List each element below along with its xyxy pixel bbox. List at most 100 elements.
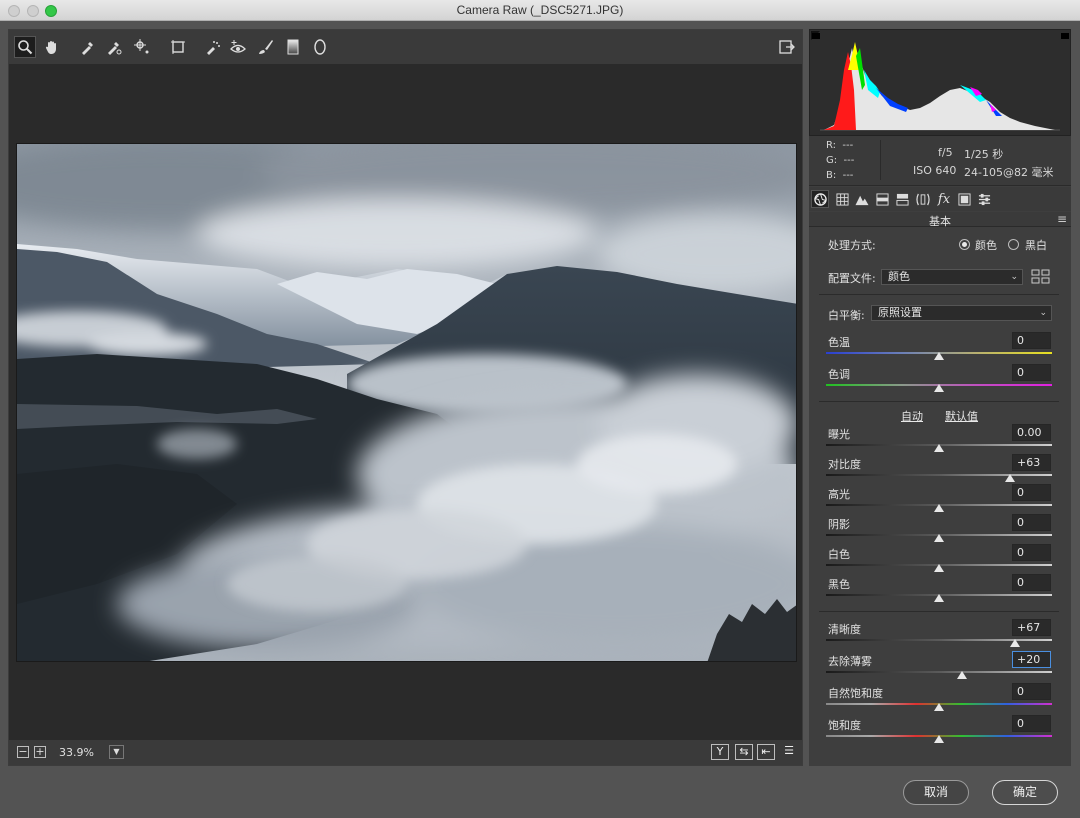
tool-bar: [9, 30, 802, 64]
hand-tool-icon[interactable]: [41, 36, 63, 58]
tab-detail[interactable]: [853, 190, 871, 208]
zoom-in-button[interactable]: +: [34, 746, 46, 758]
r-readout: R: ---: [826, 140, 854, 151]
tab-lens-corrections[interactable]: [914, 190, 932, 208]
slider-thumb-vibrance[interactable]: [934, 703, 944, 711]
slider-value-exposure[interactable]: 0.00: [1012, 424, 1051, 441]
graduated-filter-tool-icon[interactable]: [282, 36, 304, 58]
iso: ISO 640: [913, 164, 957, 177]
process-color-radio[interactable]: [959, 239, 970, 250]
slider-label-shadows: 阴影: [828, 518, 850, 531]
slider-label-contrast: 对比度: [828, 458, 861, 471]
slider-track-contrast[interactable]: [826, 474, 1052, 476]
chevron-down-icon: ⌄: [1010, 272, 1018, 282]
red-eye-tool-icon[interactable]: [227, 36, 249, 58]
wb-select[interactable]: 原照设置 ⌄: [871, 305, 1052, 321]
b-readout: B: ---: [826, 170, 854, 181]
profile-select[interactable]: 颜色 ⌄: [881, 269, 1023, 285]
tab-basic[interactable]: [811, 190, 829, 208]
tab-split-toning[interactable]: [893, 190, 911, 208]
tab-hsl[interactable]: [873, 190, 891, 208]
spot-removal-tool-icon[interactable]: [202, 36, 224, 58]
zoom-dropdown-button[interactable]: ▼: [109, 745, 124, 759]
slider-label-temp: 色温: [828, 336, 850, 349]
slider-value-vibrance[interactable]: 0: [1012, 683, 1051, 700]
slider-track-dehaze[interactable]: [826, 671, 1052, 673]
slider-label-blacks: 黑色: [828, 578, 850, 591]
slider-thumb-shadows[interactable]: [934, 534, 944, 542]
slider-value-shadows[interactable]: 0: [1012, 514, 1051, 531]
slider-thumb-exposure[interactable]: [934, 444, 944, 452]
divider: [819, 294, 1059, 295]
preview-status-bar: − + 33.9% ▼ Y ⇆ ⇤ ☰: [9, 740, 802, 765]
chevron-down-icon: ⌄: [1039, 308, 1047, 318]
slider-label-tint: 色调: [828, 368, 850, 381]
aperture: f/5: [938, 146, 953, 159]
tab-camera-calibration[interactable]: [955, 190, 973, 208]
ok-button[interactable]: 确定: [992, 780, 1058, 805]
zoom-out-button[interactable]: −: [17, 746, 29, 758]
panel-menu-icon[interactable]: ≡: [1057, 212, 1067, 226]
slider-thumb-tint[interactable]: [934, 384, 944, 392]
copy-settings-button[interactable]: ⇤: [757, 744, 775, 760]
slider-thumb-whites[interactable]: [934, 564, 944, 572]
process-bw-label: 黑白: [1025, 239, 1047, 252]
image-preview-area[interactable]: [9, 64, 802, 740]
title-bar: Camera Raw (_DSC5271.JPG): [0, 0, 1080, 21]
slider-thumb-temp[interactable]: [934, 352, 944, 360]
auto-link[interactable]: 自动: [901, 408, 923, 424]
adjustment-brush-tool-icon[interactable]: [255, 36, 277, 58]
process-bw-radio[interactable]: [1008, 239, 1019, 250]
process-label: 处理方式:: [828, 239, 876, 252]
slider-thumb-clarity[interactable]: [1009, 639, 1020, 647]
readout-divider: [880, 140, 881, 180]
divider: [819, 611, 1059, 612]
tab-effects-icon[interactable]: fx: [935, 190, 953, 208]
slider-value-blacks[interactable]: 0: [1012, 574, 1051, 591]
highlight-clipping-icon[interactable]: [1061, 33, 1069, 39]
slider-thumb-highlights[interactable]: [934, 504, 944, 512]
rgb-exif-readout: R: --- G: --- B: --- f/5 1/25 秒 ISO 640 …: [809, 136, 1071, 186]
before-after-toggle-button[interactable]: Y: [711, 744, 729, 760]
slider-label-highlights: 高光: [828, 488, 850, 501]
wb-label: 白平衡:: [828, 309, 865, 322]
slider-thumb-blacks[interactable]: [934, 594, 944, 602]
zoom-tool-icon[interactable]: [14, 36, 36, 58]
slider-label-exposure: 曝光: [828, 428, 850, 441]
divider: [819, 401, 1059, 402]
profile-label: 配置文件:: [828, 272, 876, 285]
slider-value-tint[interactable]: 0: [1012, 364, 1051, 381]
slider-value-saturation[interactable]: 0: [1012, 715, 1051, 732]
slider-value-highlights[interactable]: 0: [1012, 484, 1051, 501]
preview-settings-button[interactable]: ☰: [780, 744, 798, 760]
slider-label-saturation: 饱和度: [828, 719, 861, 732]
target-adjust-tool-icon[interactable]: [131, 36, 153, 58]
white-balance-tool-icon[interactable]: [77, 36, 99, 58]
preview-photo[interactable]: [16, 143, 797, 662]
slider-thumb-dehaze[interactable]: [956, 671, 967, 679]
slider-thumb-contrast[interactable]: [1005, 474, 1016, 482]
slider-value-dehaze[interactable]: +20: [1012, 651, 1051, 668]
profile-browser-grid-icon[interactable]: [1031, 269, 1051, 285]
radial-filter-tool-icon[interactable]: [309, 36, 331, 58]
slider-value-clarity[interactable]: +67: [1012, 619, 1051, 636]
slider-label-vibrance: 自然饱和度: [828, 687, 883, 700]
swap-settings-button[interactable]: ⇆: [735, 744, 753, 760]
slider-value-temp[interactable]: 0: [1012, 332, 1051, 349]
tab-tone-curve[interactable]: [833, 190, 851, 208]
transform-tool-icon[interactable]: [167, 36, 189, 58]
cancel-button[interactable]: 取消: [903, 780, 969, 805]
panel-title: 基本: [929, 215, 951, 228]
open-preferences-icon[interactable]: [776, 36, 798, 58]
g-readout: G: ---: [826, 155, 855, 166]
histogram: [809, 29, 1071, 136]
slider-value-whites[interactable]: 0: [1012, 544, 1051, 561]
tab-presets[interactable]: [975, 190, 993, 208]
default-link[interactable]: 默认值: [945, 408, 978, 424]
slider-value-contrast[interactable]: +63: [1012, 454, 1051, 471]
shadow-clipping-icon[interactable]: [812, 33, 820, 39]
color-sampler-tool-icon[interactable]: [103, 36, 125, 58]
slider-thumb-saturation[interactable]: [934, 735, 944, 743]
panel-tabs: fx: [809, 187, 1071, 211]
lens-focal: 24-105@82 毫米: [964, 166, 1054, 179]
